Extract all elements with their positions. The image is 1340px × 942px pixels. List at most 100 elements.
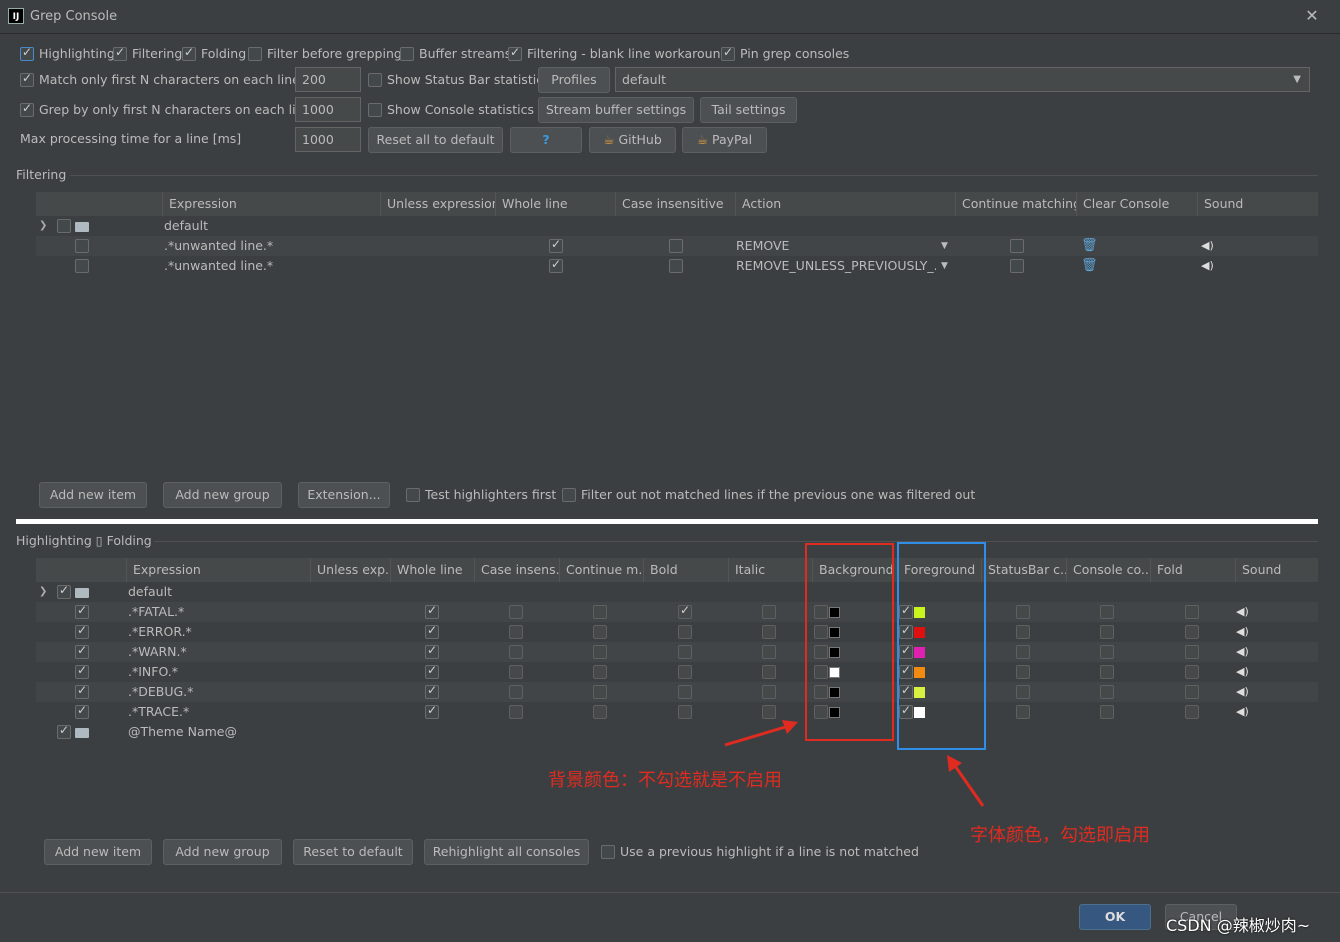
profiles-button[interactable]: Profiles bbox=[538, 67, 610, 93]
italic-checkbox[interactable] bbox=[762, 605, 776, 619]
bold-checkbox[interactable] bbox=[678, 685, 692, 699]
case-insensitive-checkbox[interactable] bbox=[669, 239, 683, 253]
col-case-insensitive[interactable]: Case insens... bbox=[475, 558, 560, 582]
row-enabled-checkbox[interactable] bbox=[75, 239, 89, 253]
bold-checkbox[interactable] bbox=[678, 665, 692, 679]
case-insensitive-checkbox[interactable] bbox=[509, 605, 523, 619]
use-previous-highlight-checkbox[interactable]: Use a previous highlight if a line is no… bbox=[601, 844, 919, 859]
bold-checkbox[interactable] bbox=[678, 603, 692, 619]
continue-matching-checkbox[interactable] bbox=[593, 705, 607, 719]
whole-line-checkbox[interactable] bbox=[425, 703, 439, 719]
row-enabled-checkbox[interactable] bbox=[75, 623, 89, 639]
chevron-down-icon[interactable]: ❯ bbox=[39, 220, 47, 231]
highlight-group-row[interactable]: ❯ default bbox=[36, 582, 1318, 602]
expression-cell[interactable]: .*INFO.* bbox=[128, 662, 178, 682]
statusbar-checkbox[interactable] bbox=[1016, 645, 1030, 659]
fold-checkbox[interactable] bbox=[1185, 625, 1199, 639]
stream-buffer-settings-button[interactable]: Stream buffer settings bbox=[538, 97, 694, 123]
col-whole-line[interactable]: Whole line bbox=[391, 558, 475, 582]
speaker-icon[interactable]: ◀) bbox=[1236, 702, 1249, 722]
expression-cell[interactable]: .*unwanted line.* bbox=[164, 236, 273, 256]
console-checkbox[interactable] bbox=[1100, 645, 1114, 659]
col-clear-console[interactable]: Clear Console bbox=[1077, 192, 1198, 216]
continue-matching-checkbox[interactable] bbox=[593, 685, 607, 699]
blank-line-workaround-checkbox[interactable]: Filtering - blank line workaround bbox=[508, 45, 728, 61]
case-insensitive-checkbox[interactable] bbox=[509, 645, 523, 659]
speaker-icon[interactable]: ◀) bbox=[1201, 236, 1214, 256]
table-row[interactable]: .*TRACE.* ◀) bbox=[36, 702, 1318, 722]
table-row[interactable]: .*unwanted line.* REMOVE ▼ 🗑 ◀) bbox=[36, 236, 1318, 256]
whole-line-checkbox[interactable] bbox=[425, 603, 439, 619]
col-bold[interactable]: Bold bbox=[644, 558, 729, 582]
whole-line-checkbox[interactable] bbox=[425, 663, 439, 679]
folding-checkbox[interactable]: Folding bbox=[182, 45, 246, 61]
extension-button[interactable]: Extension... bbox=[298, 482, 390, 508]
continue-matching-checkbox[interactable] bbox=[1010, 239, 1024, 253]
row-enabled-checkbox[interactable] bbox=[75, 643, 89, 659]
console-checkbox[interactable] bbox=[1100, 605, 1114, 619]
col-unless-expression[interactable]: Unless expression bbox=[381, 192, 496, 216]
fold-checkbox[interactable] bbox=[1185, 685, 1199, 699]
filter-out-checkbox[interactable]: Filter out not matched lines if the prev… bbox=[562, 487, 975, 502]
col-expression[interactable]: Expression bbox=[127, 558, 311, 582]
case-insensitive-checkbox[interactable] bbox=[509, 705, 523, 719]
table-row[interactable]: .*unwanted line.* REMOVE_UNLESS_PREVIOUS… bbox=[36, 256, 1318, 276]
col-unless-expression[interactable]: Unless exp... bbox=[311, 558, 391, 582]
expression-cell[interactable]: .*FATAL.* bbox=[128, 602, 184, 622]
chevron-down-icon[interactable]: ▼ bbox=[941, 236, 948, 256]
filtering-checkbox[interactable]: Filtering bbox=[113, 45, 182, 61]
statusbar-checkbox[interactable] bbox=[1016, 665, 1030, 679]
table-row[interactable]: .*DEBUG.* ◀) bbox=[36, 682, 1318, 702]
github-button[interactable]: ☕ GitHub bbox=[589, 127, 676, 153]
col-action[interactable]: Action bbox=[736, 192, 956, 216]
filter-before-grepping-checkbox[interactable]: Filter before grepping bbox=[248, 46, 402, 61]
ok-button[interactable]: OK bbox=[1079, 904, 1151, 930]
filter-group-row[interactable]: ❯ default bbox=[36, 216, 1318, 236]
group-checkbox[interactable] bbox=[57, 723, 71, 739]
statusbar-checkbox[interactable] bbox=[1016, 705, 1030, 719]
console-stats-checkbox[interactable]: Show Console statistics bbox=[368, 102, 534, 117]
bold-checkbox[interactable] bbox=[678, 645, 692, 659]
reset-to-default-button[interactable]: Reset to default bbox=[293, 839, 413, 865]
continue-matching-checkbox[interactable] bbox=[593, 665, 607, 679]
col-case-insensitive[interactable]: Case insensitive bbox=[616, 192, 736, 216]
bold-checkbox[interactable] bbox=[678, 625, 692, 639]
fold-checkbox[interactable] bbox=[1185, 645, 1199, 659]
close-icon[interactable]: ✕ bbox=[1302, 6, 1322, 26]
row-enabled-checkbox[interactable] bbox=[75, 703, 89, 719]
highlight-add-group-button[interactable]: Add new group bbox=[163, 839, 282, 865]
match-first-n-checkbox[interactable]: Match only first N characters on each li… bbox=[20, 71, 300, 87]
grep-first-n-field[interactable]: 1000 bbox=[295, 97, 361, 122]
fold-checkbox[interactable] bbox=[1185, 705, 1199, 719]
bold-checkbox[interactable] bbox=[678, 705, 692, 719]
whole-line-checkbox[interactable] bbox=[425, 623, 439, 639]
whole-line-checkbox[interactable] bbox=[425, 643, 439, 659]
italic-checkbox[interactable] bbox=[762, 665, 776, 679]
table-row[interactable]: .*WARN.* ◀) bbox=[36, 642, 1318, 662]
col-sound[interactable]: Sound bbox=[1198, 192, 1318, 216]
theme-group-row[interactable]: @Theme Name@ bbox=[36, 722, 1318, 742]
case-insensitive-checkbox[interactable] bbox=[509, 625, 523, 639]
speaker-icon[interactable]: ◀) bbox=[1236, 622, 1249, 642]
col-fold[interactable]: Fold bbox=[1151, 558, 1236, 582]
whole-line-checkbox[interactable] bbox=[549, 237, 563, 253]
whole-line-checkbox[interactable] bbox=[549, 257, 563, 273]
continue-matching-checkbox[interactable] bbox=[1010, 259, 1024, 273]
speaker-icon[interactable]: ◀) bbox=[1201, 256, 1214, 276]
col-expression[interactable]: Expression bbox=[163, 192, 381, 216]
expression-cell[interactable]: .*DEBUG.* bbox=[128, 682, 193, 702]
pin-grep-consoles-checkbox[interactable]: Pin grep consoles bbox=[721, 45, 849, 61]
console-checkbox[interactable] bbox=[1100, 625, 1114, 639]
case-insensitive-checkbox[interactable] bbox=[509, 665, 523, 679]
trash-icon[interactable]: 🗑 bbox=[1081, 236, 1098, 256]
table-row[interactable]: .*INFO.* ◀) bbox=[36, 662, 1318, 682]
max-processing-field[interactable]: 1000 bbox=[295, 127, 361, 152]
case-insensitive-checkbox[interactable] bbox=[509, 685, 523, 699]
console-checkbox[interactable] bbox=[1100, 705, 1114, 719]
continue-matching-checkbox[interactable] bbox=[593, 605, 607, 619]
row-enabled-checkbox[interactable] bbox=[75, 259, 89, 273]
col-sound[interactable]: Sound bbox=[1236, 558, 1318, 582]
filter-add-item-button[interactable]: Add new item bbox=[39, 482, 147, 508]
statusbar-checkbox[interactable] bbox=[1016, 685, 1030, 699]
profile-select[interactable]: default ▼ bbox=[615, 67, 1310, 92]
